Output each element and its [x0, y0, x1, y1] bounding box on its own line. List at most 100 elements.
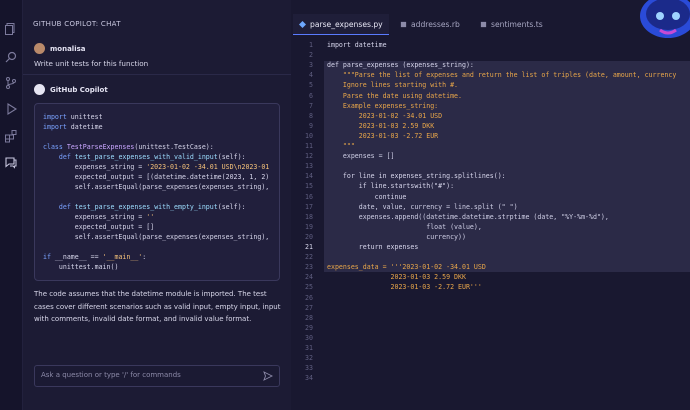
line-number: 3	[309, 61, 313, 70]
line-number: 13	[305, 162, 313, 171]
copilot-mascot-icon	[640, 0, 690, 38]
editor-area: parse_expenses.py addresses.rb sentiment…	[291, 0, 690, 410]
code-line: Ignore lines starting with #.	[327, 81, 459, 90]
run-debug-icon[interactable]	[4, 102, 18, 116]
line-number: 34	[305, 374, 313, 383]
chat-panel-title: GITHUB COPILOT: CHAT	[33, 20, 121, 28]
code-line: Example expenses_string:	[327, 101, 439, 110]
code-line: if __name__ == '__main__':	[43, 253, 147, 261]
line-number: 32	[305, 354, 313, 363]
line-number: 33	[305, 364, 313, 373]
code-line: def test_parse_expenses_with_valid_input…	[58, 153, 246, 161]
assistant-answer: The code assumes that the datetime modul…	[34, 290, 281, 323]
code-suggestion-block[interactable]: import unittest import datetime class Te…	[34, 103, 280, 281]
line-number: 29	[305, 323, 313, 332]
code-line: """	[327, 142, 355, 150]
user-avatar	[34, 43, 45, 54]
chat-input-placeholder: Ask a question or type '/' for commands	[41, 371, 181, 379]
send-icon[interactable]	[263, 371, 273, 381]
code-line: expected_output = []	[43, 223, 155, 231]
line-number: 8	[309, 111, 313, 120]
code-editor[interactable]: 1 2 3 4 5 6 7 8 9 10 11 12 13 14 15 16 17 18 19 20 21 22 23 24 2…	[291, 41, 690, 401]
code-line: expenses.append((datetime.datetime.strpt…	[327, 212, 609, 221]
tab-sentiments[interactable]: sentiments.ts	[474, 14, 549, 34]
code-line: return expenses	[327, 243, 419, 251]
line-number: 25	[305, 283, 313, 292]
code-line: if line.startswith("#"):	[327, 182, 455, 191]
code-line: import datetime	[43, 123, 103, 131]
typescript-file-icon	[480, 21, 487, 27]
line-number: 20	[305, 232, 313, 241]
line-number: 10	[305, 131, 313, 140]
line-number: 2	[309, 51, 313, 60]
code-line: 2023-01-02 -34.01 USD	[327, 111, 443, 120]
code-line: expenses_string = ''	[43, 213, 155, 221]
code-line: def parse_expenses (expenses_string):	[327, 61, 474, 70]
tab-label: sentiments.ts	[491, 19, 543, 29]
tab-label: parse_expenses.py	[310, 19, 383, 29]
chat-panel: GITHUB COPILOT: CHAT monalisa Write unit…	[23, 0, 291, 410]
message-divider	[23, 74, 291, 75]
code-line: expenses_string = '2023-01-02 -34.01 USD…	[43, 163, 270, 171]
code-line: for line in expenses_string.splitlines()…	[327, 172, 506, 181]
assistant-name: GitHub Copilot	[50, 85, 108, 94]
line-number: 16	[305, 192, 313, 201]
user-message: Write unit tests for this function	[34, 59, 149, 68]
line-number: 28	[305, 313, 313, 322]
code-line: class TestParseExpenses(unittest.TestCas…	[43, 143, 214, 151]
code-line: import unittest	[43, 113, 103, 121]
code-line: self.assertEqual(parse_expenses(expenses…	[43, 183, 270, 191]
line-number: 22	[305, 253, 313, 262]
code-line: def test_parse_expenses_with_empty_input…	[58, 203, 246, 211]
code-line: 2023-01-03 2.59 DKK	[327, 273, 466, 282]
line-number: 12	[305, 152, 313, 161]
chat-icon[interactable]	[4, 155, 18, 169]
extensions-icon[interactable]	[4, 129, 18, 143]
activity-bar	[0, 0, 23, 410]
line-number: 1	[309, 41, 313, 49]
user-message-header: monalisa	[34, 43, 86, 54]
chat-input[interactable]: Ask a question or type '/' for commands	[34, 365, 280, 387]
line-number: 24	[305, 273, 313, 282]
line-number: 14	[305, 172, 313, 181]
search-icon[interactable]	[4, 50, 18, 64]
code-line: expenses = []	[327, 152, 395, 161]
code-line: self.assertEqual(parse_expenses(expenses…	[43, 233, 270, 241]
code-line: Parse the date using datetime.	[327, 91, 462, 100]
tab-addresses[interactable]: addresses.rb	[394, 14, 466, 34]
line-number: 27	[305, 303, 313, 312]
code-line: expected_output = [(datetime.datetime(20…	[43, 173, 270, 181]
python-file-icon	[299, 20, 306, 28]
code-line: 2023-01-03 2.59 DKK	[327, 121, 435, 130]
code-line: currency))	[327, 232, 466, 241]
code-line: """Parse the list of expenses and return…	[327, 71, 677, 80]
line-number: 4	[309, 71, 313, 80]
line-number: 21	[305, 243, 313, 251]
line-number: 19	[305, 222, 313, 231]
code-line: float (value),	[327, 222, 482, 231]
line-number: 18	[305, 212, 313, 221]
line-number: 7	[309, 101, 313, 110]
line-number: 6	[309, 91, 313, 100]
code-line: 2023-01-03 -2.72 EUR'''	[327, 283, 482, 292]
vscode-window: GITHUB COPILOT: CHAT monalisa Write unit…	[0, 0, 690, 410]
line-number: 5	[309, 81, 313, 90]
assistant-message-header: GitHub Copilot	[34, 84, 108, 95]
tab-parse-expenses[interactable]: parse_expenses.py	[293, 14, 389, 35]
code-line: import datetime	[327, 41, 387, 49]
copilot-icon	[34, 84, 45, 95]
line-number: 15	[305, 182, 313, 191]
code-line: continue	[327, 192, 407, 201]
line-number: 9	[309, 121, 313, 130]
code-line: expenses_data = '''2023-01-02 -34.01 USD	[327, 263, 486, 272]
explorer-icon[interactable]	[4, 22, 18, 36]
ruby-file-icon	[400, 21, 407, 27]
user-name: monalisa	[50, 44, 86, 53]
code-line: date, value, currency = line.split (" ")	[327, 202, 518, 211]
source-control-icon[interactable]	[4, 76, 18, 90]
tab-label: addresses.rb	[411, 19, 460, 29]
line-number: 17	[305, 202, 313, 211]
code-line: 2023-01-03 -2.72 EUR	[327, 131, 439, 140]
code-line: unittest.main()	[43, 263, 119, 271]
line-number: 30	[305, 333, 313, 342]
